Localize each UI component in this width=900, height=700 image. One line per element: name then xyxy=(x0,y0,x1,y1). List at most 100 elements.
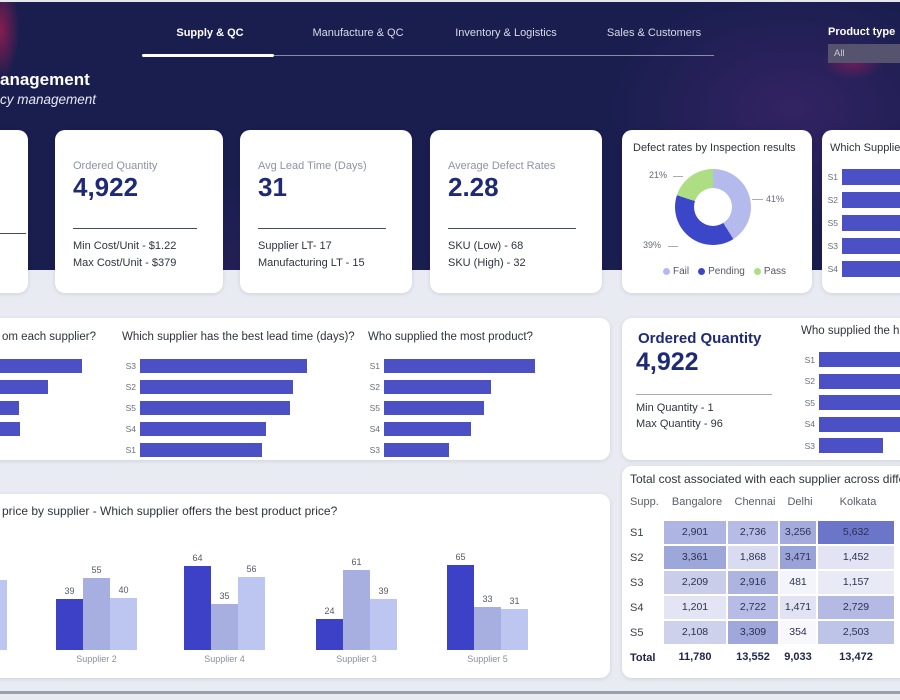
bar[interactable] xyxy=(384,443,449,457)
table-cell[interactable]: 2,503 xyxy=(818,621,894,644)
grouped-bar[interactable] xyxy=(501,609,528,650)
table-cell[interactable]: 2,209 xyxy=(664,571,726,594)
table-cell[interactable]: 1,201 xyxy=(664,596,726,619)
legend-item-fail[interactable]: Fail xyxy=(663,266,689,277)
table-cell[interactable]: 1,868 xyxy=(728,546,778,569)
column-header: Kolkata xyxy=(820,496,896,508)
bar[interactable] xyxy=(819,374,900,389)
grouped-bar[interactable] xyxy=(83,578,110,650)
table-cell[interactable]: 354 xyxy=(780,621,816,644)
grouped-bar[interactable] xyxy=(447,565,474,650)
legend-label: Pending xyxy=(708,266,745,277)
row-label: S1 xyxy=(630,527,664,539)
bar-category-label: S3 xyxy=(122,361,136,371)
table-cell[interactable]: 2,901 xyxy=(664,521,726,544)
tab-manufacture-qc[interactable]: Manufacture & QC xyxy=(284,27,432,47)
bar[interactable] xyxy=(140,359,307,373)
bar-category-label: S3 xyxy=(824,241,838,251)
table-cell[interactable]: 9,033 xyxy=(780,646,816,669)
tab-sales-customers[interactable]: Sales & Customers xyxy=(580,27,728,47)
bar[interactable] xyxy=(819,438,883,453)
table-cell[interactable]: 13,552 xyxy=(728,646,778,669)
tab-supply-qc[interactable]: Supply & QC xyxy=(136,27,284,47)
kpi-card-avg-defect-rates: Average Defect Rates 2.28 SKU (Low) - 68… xyxy=(430,130,602,293)
quantity-detail-line: Max Quantity - 96 xyxy=(636,418,723,430)
grouped-bar[interactable] xyxy=(110,598,137,650)
bar-row: S5 xyxy=(801,392,900,414)
legend-item-pass[interactable]: Pass xyxy=(754,266,786,277)
bar[interactable] xyxy=(140,401,290,415)
table-cell[interactable]: 2,722 xyxy=(728,596,778,619)
kpi-label: Avg Lead Time (Days) xyxy=(258,160,394,172)
table-cell[interactable]: 13,472 xyxy=(818,646,894,669)
table-cell[interactable]: 1,452 xyxy=(818,546,894,569)
grouped-bar[interactable] xyxy=(316,619,343,650)
grouped-bar[interactable] xyxy=(184,566,211,650)
table-cell[interactable]: 3,471 xyxy=(780,546,816,569)
table-cell[interactable]: 11,780 xyxy=(664,646,726,669)
kpi-label: Average Defect Rates xyxy=(448,160,584,172)
bar[interactable] xyxy=(819,395,900,410)
tab-inventory-logistics[interactable]: Inventory & Logistics xyxy=(432,27,580,47)
bar[interactable] xyxy=(140,422,266,436)
donut-leader-line xyxy=(752,199,763,200)
bar[interactable] xyxy=(0,422,20,436)
grouped-bar[interactable] xyxy=(370,599,397,650)
column-header: Chennai xyxy=(730,496,780,508)
product-type-dropdown[interactable]: All xyxy=(828,44,900,63)
bar[interactable] xyxy=(0,380,48,394)
legend-item-pending[interactable]: Pending xyxy=(698,266,745,277)
defect-donut-chart[interactable] xyxy=(675,169,751,245)
bar[interactable] xyxy=(842,238,900,254)
grouped-bar[interactable] xyxy=(211,604,238,650)
bar[interactable] xyxy=(842,261,900,277)
bar[interactable] xyxy=(0,359,82,373)
grouped-bar[interactable] xyxy=(56,599,83,650)
table-cell[interactable]: 1,471 xyxy=(780,596,816,619)
donut-legend: Fail Pending Pass xyxy=(663,266,786,277)
quantity-panel-value: 4,922 xyxy=(636,348,699,377)
table-cell[interactable]: 2,108 xyxy=(664,621,726,644)
row-label: S4 xyxy=(630,602,664,614)
bar[interactable] xyxy=(384,401,484,415)
table-cell[interactable]: 1,157 xyxy=(818,571,894,594)
bar[interactable] xyxy=(384,422,471,436)
grouped-bar[interactable] xyxy=(238,577,265,650)
grouped-bar[interactable] xyxy=(343,570,370,650)
bar[interactable] xyxy=(140,443,262,457)
kpi-card-cutoff xyxy=(0,130,28,293)
orders-chart-title: om each supplier? xyxy=(2,331,96,343)
table-row: S23,3611,8683,4711,452 xyxy=(630,545,896,570)
bar[interactable] xyxy=(819,417,900,432)
kpi-detail-line: Min Cost/Unit - $1.22 xyxy=(73,238,205,255)
table-cell[interactable]: 2,916 xyxy=(728,571,778,594)
kpi-label: Ordered Quantity xyxy=(73,160,205,172)
bar-row xyxy=(0,397,82,418)
table-cell[interactable]: 3,309 xyxy=(728,621,778,644)
row-label: S2 xyxy=(630,552,664,564)
bar[interactable] xyxy=(842,169,900,185)
bar[interactable] xyxy=(842,215,900,231)
table-cell[interactable]: 3,361 xyxy=(664,546,726,569)
table-cell[interactable]: 2,729 xyxy=(818,596,894,619)
bar[interactable] xyxy=(842,192,900,208)
table-cell[interactable]: 3,256 xyxy=(780,521,816,544)
bar[interactable] xyxy=(384,359,535,373)
donut-pct-label: 21% xyxy=(649,170,667,180)
table-cell[interactable]: 2,736 xyxy=(728,521,778,544)
table-cell[interactable]: 481 xyxy=(780,571,816,594)
table-cell[interactable]: 5,632 xyxy=(818,521,894,544)
bar-row: S5 xyxy=(366,397,535,418)
lead-time-chart: S3S2S5S4S1 xyxy=(122,355,307,460)
active-tab-underline xyxy=(142,54,274,57)
bar-row: S1 xyxy=(824,165,900,188)
bar-row: S3 xyxy=(824,234,900,257)
kpi-card-ordered-quantity: Ordered Quantity 4,922 Min Cost/Unit - $… xyxy=(55,130,223,293)
bar[interactable] xyxy=(140,380,293,394)
bar[interactable] xyxy=(384,380,491,394)
grouped-bar-cutoff[interactable] xyxy=(0,580,7,650)
bar[interactable] xyxy=(0,401,19,415)
grouped-bar[interactable] xyxy=(474,607,501,650)
bar[interactable] xyxy=(819,352,900,367)
column-header: Bangalore xyxy=(666,496,728,508)
